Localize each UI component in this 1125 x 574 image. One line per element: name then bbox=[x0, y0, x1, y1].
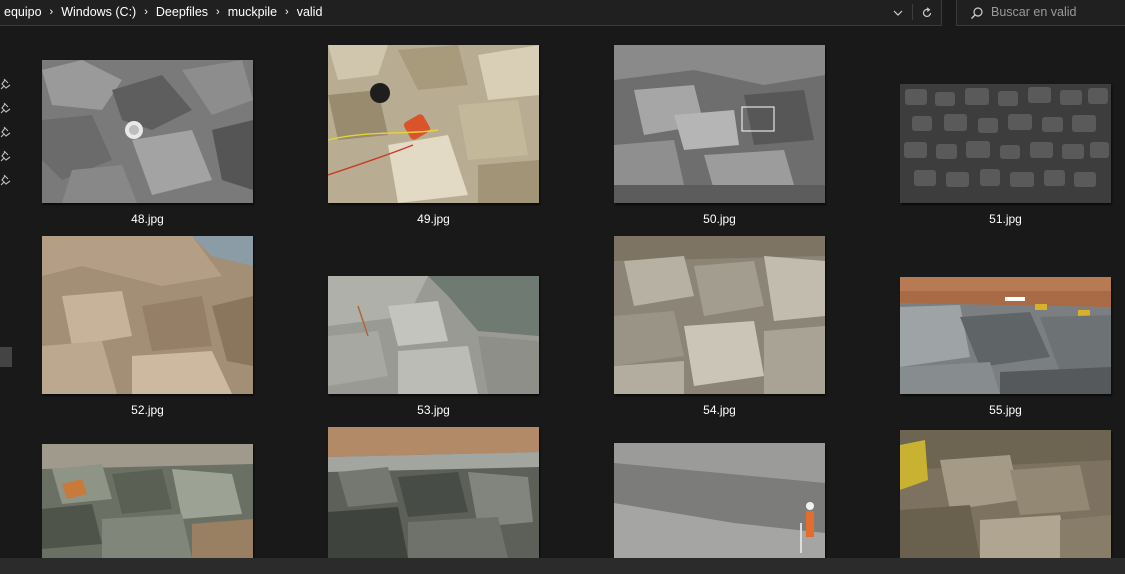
search-input[interactable] bbox=[991, 3, 1121, 21]
file-name-label[interactable]: 52.jpg bbox=[42, 403, 253, 417]
pin-icon[interactable] bbox=[0, 126, 12, 138]
horizontal-scrollbar[interactable] bbox=[0, 558, 1125, 574]
refresh-button[interactable] bbox=[912, 0, 942, 26]
pin-icon[interactable] bbox=[0, 102, 12, 114]
address-bar[interactable]: equipo › Windows (C:) › Deepfiles › muck… bbox=[0, 0, 942, 26]
thumbnail-image[interactable] bbox=[900, 84, 1111, 203]
thumbnail-image[interactable] bbox=[42, 444, 253, 558]
file-name-label[interactable]: 55.jpg bbox=[900, 403, 1111, 417]
breadcrumb-separator-icon[interactable]: › bbox=[212, 6, 224, 18]
rock-photo-thumbnail bbox=[328, 45, 539, 203]
rock-photo-thumbnail bbox=[614, 45, 825, 203]
search-box[interactable] bbox=[956, 0, 1125, 26]
thumbnail-image[interactable] bbox=[42, 236, 253, 394]
pin-icon[interactable] bbox=[0, 150, 12, 162]
file-name-label[interactable]: 50.jpg bbox=[614, 212, 825, 226]
pin-icon[interactable] bbox=[0, 78, 12, 90]
breadcrumb-item-windows-c[interactable]: Windows (C:) bbox=[57, 5, 140, 19]
pin-icon[interactable] bbox=[0, 174, 12, 186]
file-grid: 48.jpg 49.jpg 50.jpg 51.jpg 52.jpg 53.jp… bbox=[13, 34, 1125, 558]
breadcrumb-separator-icon[interactable]: › bbox=[140, 6, 152, 18]
breadcrumb-item-deepfiles[interactable]: Deepfiles bbox=[152, 5, 212, 19]
breadcrumb-separator-icon[interactable]: › bbox=[46, 6, 58, 18]
file-name-label[interactable]: 53.jpg bbox=[328, 403, 539, 417]
thumbnail-image[interactable] bbox=[900, 430, 1111, 558]
file-name-label[interactable]: 54.jpg bbox=[614, 403, 825, 417]
rock-photo-thumbnail bbox=[900, 430, 1111, 558]
breadcrumb-item-valid[interactable]: valid bbox=[293, 5, 327, 19]
breadcrumb-item-muckpile[interactable]: muckpile bbox=[224, 5, 281, 19]
file-name-label[interactable]: 51.jpg bbox=[900, 212, 1111, 226]
rock-photo-thumbnail bbox=[42, 444, 253, 558]
rock-photo-thumbnail bbox=[42, 60, 253, 203]
rock-photo-thumbnail bbox=[328, 276, 539, 394]
navigation-pane bbox=[0, 34, 13, 558]
rock-photo-thumbnail bbox=[42, 236, 253, 394]
thumbnail-image[interactable] bbox=[328, 45, 539, 203]
rock-photo-thumbnail bbox=[328, 427, 539, 558]
thumbnail-image[interactable] bbox=[328, 276, 539, 394]
breadcrumb: equipo › Windows (C:) › Deepfiles › muck… bbox=[0, 3, 326, 21]
top-bar: equipo › Windows (C:) › Deepfiles › muck… bbox=[0, 0, 1125, 34]
thumbnail-image[interactable] bbox=[614, 443, 825, 558]
thumbnail-image[interactable] bbox=[328, 427, 539, 558]
thumbnail-image[interactable] bbox=[614, 236, 825, 394]
rock-photo-thumbnail bbox=[614, 236, 825, 394]
nav-selected-item[interactable] bbox=[0, 347, 12, 367]
rock-photo-thumbnail bbox=[900, 84, 1111, 203]
rock-photo-thumbnail bbox=[900, 277, 1111, 394]
thumbnail-image[interactable] bbox=[614, 45, 825, 203]
address-history-dropdown[interactable] bbox=[883, 0, 913, 26]
rock-photo-thumbnail bbox=[614, 443, 825, 558]
breadcrumb-separator-icon[interactable]: › bbox=[281, 6, 293, 18]
refresh-icon bbox=[922, 7, 932, 18]
thumbnail-image[interactable] bbox=[900, 277, 1111, 394]
thumbnail-image[interactable] bbox=[42, 60, 253, 203]
file-name-label[interactable]: 48.jpg bbox=[42, 212, 253, 226]
search-icon bbox=[971, 7, 983, 19]
breadcrumb-item-equipo[interactable]: equipo bbox=[0, 5, 46, 19]
file-name-label[interactable]: 49.jpg bbox=[328, 212, 539, 226]
chevron-down-icon bbox=[893, 10, 903, 16]
